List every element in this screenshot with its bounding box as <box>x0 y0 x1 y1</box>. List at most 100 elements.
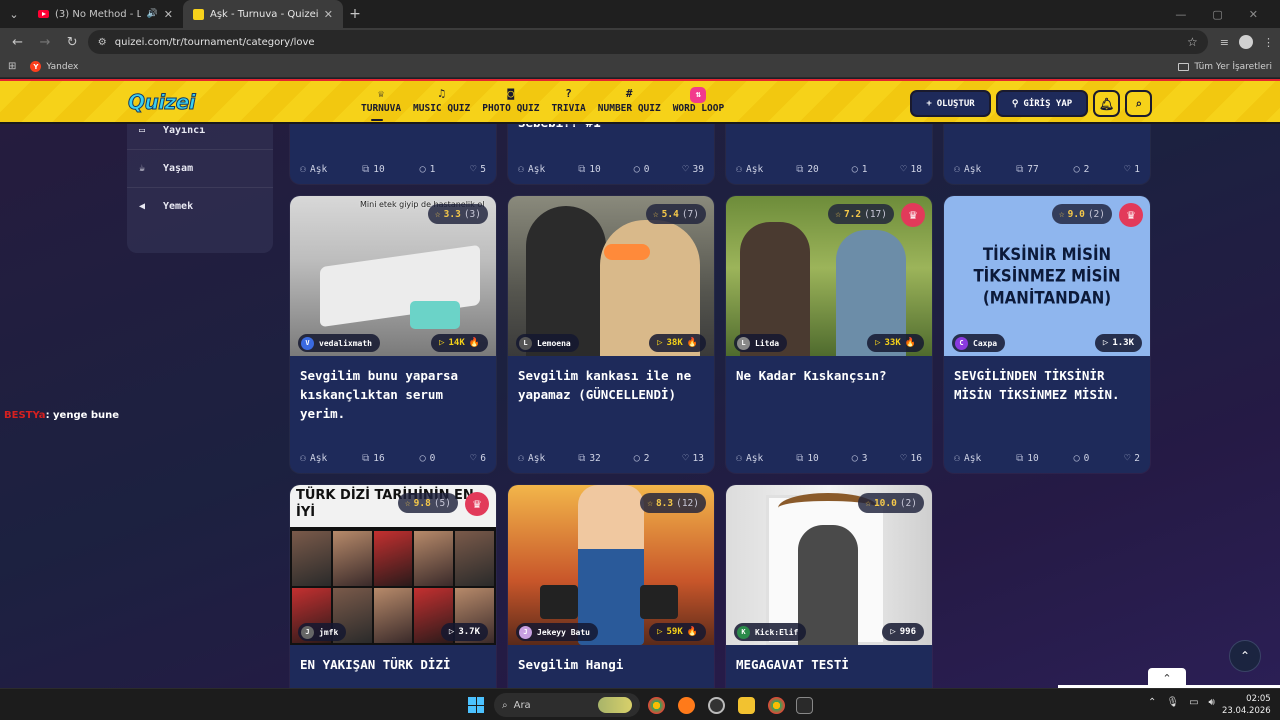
quiz-card[interactable]: ☆ 8.3 (12) J Jekeyy Batu ▷ 59K 🔥 Sevgilim Han… <box>508 485 714 688</box>
speaker-icon[interactable]: 🔊 <box>147 9 158 19</box>
windows-start-icon[interactable] <box>468 697 484 713</box>
card-thumbnail[interactable]: ☆ 10.0 (2) K Kick:Elif ▷ 996 <box>726 485 932 645</box>
card-title[interactable]: EN YAKIŞAN TÜRK DİZİ <box>290 645 496 688</box>
close-window-icon[interactable]: ✕ <box>1249 8 1258 21</box>
card-thumbnail[interactable]: Mini etek giyip de hastanelik ol ☆ 3.3 (3)… <box>290 196 496 356</box>
card-title[interactable]: Sevgilim bunu yaparsa kıskançlıktan seru… <box>290 356 496 434</box>
sidebar-item-yasam[interactable]: ☕ Yaşam <box>127 149 273 187</box>
play-count-badge: ▷ 996 <box>882 623 924 641</box>
author-chip[interactable]: J Jekeyy Batu <box>516 623 598 641</box>
card-title[interactable]: SEVGİLİNDEN TİKSİNİR MİSİN TİKSİNMEZ MİS… <box>944 356 1150 434</box>
quiz-card[interactable]: Mini etek giyip de hastanelik ol ☆ 3.3 (3)… <box>290 196 496 473</box>
card-thumbnail[interactable]: TİKSİNİR MİSİN TİKSİNMEZ MİSİN (MANİTAND… <box>944 196 1150 356</box>
app-icon[interactable] <box>678 697 695 714</box>
author-chip[interactable]: L Litda <box>734 334 788 352</box>
play-count: 59K <box>666 627 683 637</box>
tab-quizei[interactable]: Aşk - Turnuva - Quizei ✕ <box>183 0 343 28</box>
quiz-card[interactable]: TÜRK DİZİ TARİHİNİN EN İYİ ☆ 9.8 (5) ♛ Jjm… <box>290 485 496 688</box>
bookmark-yandex[interactable]: Y Yandex <box>30 61 78 72</box>
quiz-card[interactable]: ☆ 7.2 (17) ♛ L Litda ▷ 33K 🔥 Ne Kadar Kıskanç… <box>726 196 932 473</box>
nav-trivia[interactable]: ? TRIVIA <box>545 87 591 114</box>
avatar: C <box>955 336 968 350</box>
author-chip[interactable]: Jjmfk <box>298 623 347 641</box>
terminal-icon[interactable] <box>796 697 813 714</box>
play-count: 996 <box>899 627 916 637</box>
card-thumbnail[interactable]: ☆ 5.4 (7) L Lemoena ▷ 38K 🔥 <box>508 196 714 356</box>
card-thumbnail[interactable]: ☆ 8.3 (12) J Jekeyy Batu ▷ 59K 🔥 <box>508 485 714 645</box>
author-name: Jekeyy Batu <box>537 627 590 637</box>
card-rounds: 77 <box>1027 164 1039 175</box>
card-likes: 18 <box>910 164 922 175</box>
new-tab-button[interactable]: + <box>343 6 367 22</box>
microphone-icon[interactable]: 🎙︎ <box>1166 697 1179 708</box>
close-tab-icon[interactable]: ✕ <box>324 8 333 21</box>
back-button[interactable]: ← <box>6 30 29 54</box>
chrome-profile-icon[interactable] <box>768 697 785 714</box>
network-icon[interactable]: ▭ <box>1189 697 1198 708</box>
card-rounds: 20 <box>807 164 819 175</box>
star-icon: ☆ <box>647 497 653 509</box>
card-title[interactable]: MEGAGAVAT TESTİ <box>726 645 932 688</box>
play-count: 14K <box>448 338 465 348</box>
obs-icon[interactable] <box>708 697 725 714</box>
volume-icon[interactable]: 🔊︎ <box>1209 697 1215 708</box>
card-stats: ⚇ Aşk ⧉ 10 ◯ 0 ♡ 2 <box>954 453 1140 464</box>
file-explorer-icon[interactable] <box>738 697 755 714</box>
taskbar-search[interactable]: ⌕ Ara <box>494 693 640 717</box>
rating-badge: ☆ 3.3 (3) <box>427 204 488 224</box>
tab-search-button[interactable]: ⌄ <box>0 0 28 28</box>
nav-photo-quiz[interactable]: ◙ PHOTO QUIZ <box>476 87 545 114</box>
address-bar[interactable]: ⚙ quizei.com/tr/tournament/category/love… <box>87 30 1208 54</box>
login-label: GİRİŞ YAP <box>1023 98 1073 109</box>
profile-avatar[interactable] <box>1239 35 1254 49</box>
reading-list-icon[interactable]: ≡ <box>1220 36 1229 49</box>
system-clock[interactable]: 02:05 23.04.2026 <box>1222 693 1271 717</box>
apps-grid-icon[interactable]: ⊞ <box>8 61 16 72</box>
card-title[interactable]: Sevgilim Hangi <box>508 645 714 688</box>
nav-label: TURNUVA <box>361 103 402 114</box>
chrome-icon[interactable] <box>648 697 665 714</box>
author-name: Caxpa <box>973 338 998 348</box>
forward-button[interactable]: → <box>33 30 56 54</box>
author-chip[interactable]: L Lemoena <box>516 334 579 352</box>
search-button[interactable]: ⌕ <box>1125 90 1152 117</box>
menu-icon[interactable]: ⋮ <box>1263 36 1274 49</box>
comment-icon: ◯ <box>1073 453 1080 464</box>
card-title[interactable]: Sevgilim kankası ile ne yapamaz (GÜNCELL… <box>508 356 714 434</box>
site-info-icon[interactable]: ⚙ <box>98 37 107 48</box>
login-button[interactable]: ⚲ GİRİŞ YAP <box>996 90 1088 117</box>
site-logo[interactable]: Quizei <box>127 90 196 115</box>
tab-title: (3) No Method - Let Me Go <box>55 8 141 20</box>
tab-title: Aşk - Turnuva - Quizei <box>210 8 318 20</box>
author-name: jmfk <box>319 627 339 637</box>
author-chip[interactable]: Vvedalixmath <box>298 334 380 352</box>
nav-word-loop[interactable]: ⇅ WORD LOOP <box>667 87 730 114</box>
card-category: Aşk <box>528 453 546 464</box>
minimize-icon[interactable]: — <box>1175 8 1186 21</box>
nav-turnuva[interactable]: ♕ TURNUVA <box>355 87 407 121</box>
card-title[interactable]: Ne Kadar Kıskançsın? <box>726 356 932 434</box>
notifications-button[interactable]: 🔔︎ <box>1093 90 1120 117</box>
tab-youtube[interactable]: (3) No Method - Let Me Go 🔊 ✕ <box>28 0 183 28</box>
maximize-icon[interactable]: ▢ <box>1212 8 1222 21</box>
card-rounds: 10 <box>373 164 385 175</box>
card-thumbnail[interactable]: TÜRK DİZİ TARİHİNİN EN İYİ ☆ 9.8 (5) ♛ Jjm… <box>290 485 496 645</box>
author-chip[interactable]: K Kick:Elif <box>734 623 807 641</box>
bookmark-star-icon[interactable]: ☆ <box>1187 35 1198 49</box>
chevron-up-icon[interactable]: ⌃ <box>1148 697 1156 708</box>
reload-button[interactable]: ↻ <box>61 30 84 54</box>
nav-music-quiz[interactable]: ♫ MUSIC QUIZ <box>407 87 476 114</box>
rounds-icon: ⧉ <box>1016 164 1024 175</box>
author-chip[interactable]: C Caxpa <box>952 334 1006 352</box>
all-bookmarks[interactable]: Tüm Yer İşaretleri <box>1178 62 1272 72</box>
card-thumbnail[interactable]: ☆ 7.2 (17) ♛ L Litda ▷ 33K 🔥 <box>726 196 932 356</box>
nav-number-quiz[interactable]: # NUMBER QUIZ <box>592 87 667 114</box>
quiz-card[interactable]: TİKSİNİR MİSİN TİKSİNMEZ MİSİN (MANİTAND… <box>944 196 1150 473</box>
close-tab-icon[interactable]: ✕ <box>164 8 173 21</box>
url-text[interactable]: quizei.com/tr/tournament/category/love <box>115 37 1179 48</box>
sidebar-item-yemek[interactable]: ◀ Yemek <box>127 187 273 225</box>
quiz-card[interactable]: ☆ 10.0 (2) K Kick:Elif ▷ 996 MEGAGAVAT TESTİ <box>726 485 932 688</box>
scroll-to-top-button[interactable]: ⌃ <box>1229 640 1261 672</box>
quiz-card[interactable]: ☆ 5.4 (7) L Lemoena ▷ 38K 🔥 Sevgilim kankası … <box>508 196 714 473</box>
create-button[interactable]: + OLUŞTUR <box>910 90 991 117</box>
